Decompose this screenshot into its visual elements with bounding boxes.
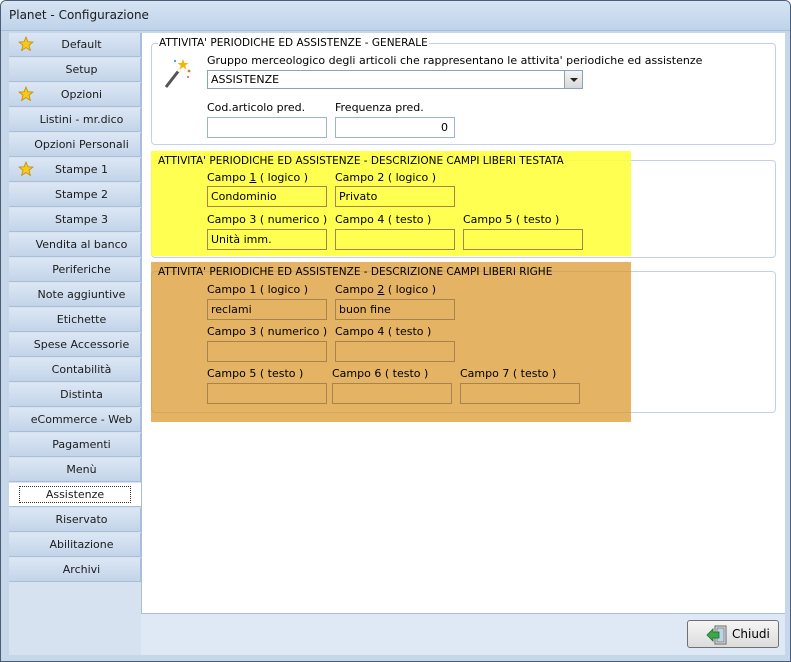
cod-articolo-field[interactable] xyxy=(207,117,327,138)
sidebar-item-ecommerce-web[interactable]: eCommerce - Web xyxy=(9,408,141,432)
testata-campo1-field[interactable]: Condominio xyxy=(207,186,327,207)
sidebar-item-label: Etichette xyxy=(56,313,107,326)
righe-campo5-label: Campo 5 ( testo ) xyxy=(207,367,304,380)
testata-campo4-label: Campo 4 ( testo ) xyxy=(335,213,432,226)
sidebar-item-label: Opzioni xyxy=(60,88,103,101)
righe-campo7-field[interactable] xyxy=(460,383,580,404)
righe-campo3-field[interactable] xyxy=(207,341,327,362)
sidebar-item-label: Riservato xyxy=(55,513,108,526)
righe-campo6-label: Campo 6 ( testo ) xyxy=(332,367,429,380)
righe-campo4-field[interactable] xyxy=(335,341,455,362)
testata-campo2-label: Campo 2 ( logico ) xyxy=(335,171,437,184)
sidebar-item-stampe-2[interactable]: Stampe 2 xyxy=(9,183,141,207)
testata-campo3-field[interactable]: Unità imm. xyxy=(207,229,327,250)
title-bar: Planet - Configurazione xyxy=(1,1,790,31)
sidebar-item-men[interactable]: Menù xyxy=(9,458,141,482)
testata-campo5-label: Campo 5 ( testo ) xyxy=(463,213,560,226)
group-generale-title: ATTIVITA' PERIODICHE ED ASSISTENZE - GEN… xyxy=(158,37,429,49)
testata-campo5-field[interactable] xyxy=(463,229,583,250)
sidebar-item-label: Periferiche xyxy=(52,263,111,276)
testata-campo1-label: Campo 1 ( logico ) xyxy=(207,171,309,184)
sidebar: Default Setup Opzioni Listini - mr.dico Opzi… xyxy=(9,33,141,655)
group-righe-title: ATTIVITA' PERIODICHE ED ASSISTENZE - DES… xyxy=(158,266,553,278)
sidebar-item-label: Pagamenti xyxy=(52,438,111,451)
sidebar-item-spese-accessorie[interactable]: Spese Accessorie xyxy=(9,333,141,357)
group-testata-title: ATTIVITA' PERIODICHE ED ASSISTENZE - DES… xyxy=(158,155,564,167)
testata-campo2-field[interactable]: Privato xyxy=(335,186,455,207)
righe-campo7-label: Campo 7 ( testo ) xyxy=(460,367,557,380)
sidebar-item-label: Assistenze xyxy=(19,486,131,503)
window-title: Planet - Configurazione xyxy=(9,8,149,22)
frequenza-field[interactable]: 0 xyxy=(335,117,455,138)
sidebar-item-label: Contabilità xyxy=(51,363,112,376)
gruppo-label: Gruppo merceologico degli articoli che r… xyxy=(207,54,703,67)
righe-campo6-field[interactable] xyxy=(332,383,452,404)
sidebar-item-label: Vendita al banco xyxy=(35,238,128,251)
sidebar-item-abilitazione[interactable]: Abilitazione xyxy=(9,533,141,557)
sidebar-item-opzioni-personali[interactable]: Opzioni Personali xyxy=(9,133,141,157)
sidebar-item-default[interactable]: Default xyxy=(9,33,141,57)
righe-campo1-field[interactable]: reclami xyxy=(207,299,327,320)
sidebar-item-stampe-3[interactable]: Stampe 3 xyxy=(9,208,141,232)
sidebar-item-label: Listini - mr.dico xyxy=(39,113,124,126)
sidebar-item-riservato[interactable]: Riservato xyxy=(9,508,141,532)
exit-door-icon xyxy=(706,625,727,645)
chevron-down-icon[interactable] xyxy=(564,71,582,88)
righe-campo1-label: Campo 1 ( logico ) xyxy=(207,283,309,296)
sidebar-item-label: eCommerce - Web xyxy=(30,413,133,426)
sidebar-item-label: Abilitazione xyxy=(49,538,114,551)
gruppo-select-value: ASSISTENZE xyxy=(211,73,280,86)
sidebar-item-label: Stampe 2 xyxy=(55,188,108,201)
sidebar-item-vendita-al-banco[interactable]: Vendita al banco xyxy=(9,233,141,257)
sidebar-item-setup[interactable]: Setup xyxy=(9,58,141,82)
sidebar-item-label: Spese Accessorie xyxy=(33,338,130,351)
righe-campo3-label: Campo 3 ( numerico ) xyxy=(207,325,328,338)
sidebar-item-label: Archivi xyxy=(62,563,101,576)
sidebar-item-contabilit[interactable]: Contabilità xyxy=(9,358,141,382)
close-button-label: Chiudi xyxy=(732,627,770,641)
close-button[interactable]: Chiudi xyxy=(687,620,779,648)
sidebar-item-pagamenti[interactable]: Pagamenti xyxy=(9,433,141,457)
righe-campo2-field[interactable]: buon fine xyxy=(335,299,455,320)
sidebar-item-assistenze[interactable]: Assistenze xyxy=(9,483,141,507)
sidebar-item-label: Stampe 3 xyxy=(55,213,108,226)
gruppo-select[interactable]: ASSISTENZE xyxy=(207,70,583,89)
testata-campo4-field[interactable] xyxy=(335,229,455,250)
sidebar-item-label: Default xyxy=(61,38,102,51)
magic-wand-icon xyxy=(164,59,191,88)
sidebar-item-stampe-1[interactable]: Stampe 1 xyxy=(9,158,141,182)
sidebar-item-etichette[interactable]: Etichette xyxy=(9,308,141,332)
sidebar-item-label: Stampe 1 xyxy=(55,163,108,176)
testata-campo3-label: Campo 3 ( numerico ) xyxy=(207,213,328,226)
sidebar-item-label: Opzioni Personali xyxy=(34,138,129,151)
sidebar-item-note-aggiuntive[interactable]: Note aggiuntive xyxy=(9,283,141,307)
sidebar-item-archivi[interactable]: Archivi xyxy=(9,558,141,582)
cod-articolo-label: Cod.articolo pred. xyxy=(207,101,306,114)
righe-campo4-label: Campo 4 ( testo ) xyxy=(335,325,432,338)
sidebar-item-listini-mr-dico[interactable]: Listini - mr.dico xyxy=(9,108,141,132)
sidebar-item-opzioni[interactable]: Opzioni xyxy=(9,83,141,107)
righe-campo5-field[interactable] xyxy=(207,383,327,404)
sidebar-item-label: Setup xyxy=(65,63,98,76)
sidebar-item-periferiche[interactable]: Periferiche xyxy=(9,258,141,282)
frequenza-label: Frequenza pred. xyxy=(335,101,424,114)
righe-campo2-label: Campo 2 ( logico ) xyxy=(335,283,437,296)
config-window: Planet - Configurazione Default Setup Opzi… xyxy=(0,0,791,662)
sidebar-item-label: Menù xyxy=(66,463,97,476)
sidebar-item-distinta[interactable]: Distinta xyxy=(9,383,141,407)
sidebar-item-label: Note aggiuntive xyxy=(37,288,126,301)
sidebar-item-label: Distinta xyxy=(60,388,103,401)
main-panel: ATTIVITA' PERIODICHE ED ASSISTENZE - GEN… xyxy=(141,33,785,613)
